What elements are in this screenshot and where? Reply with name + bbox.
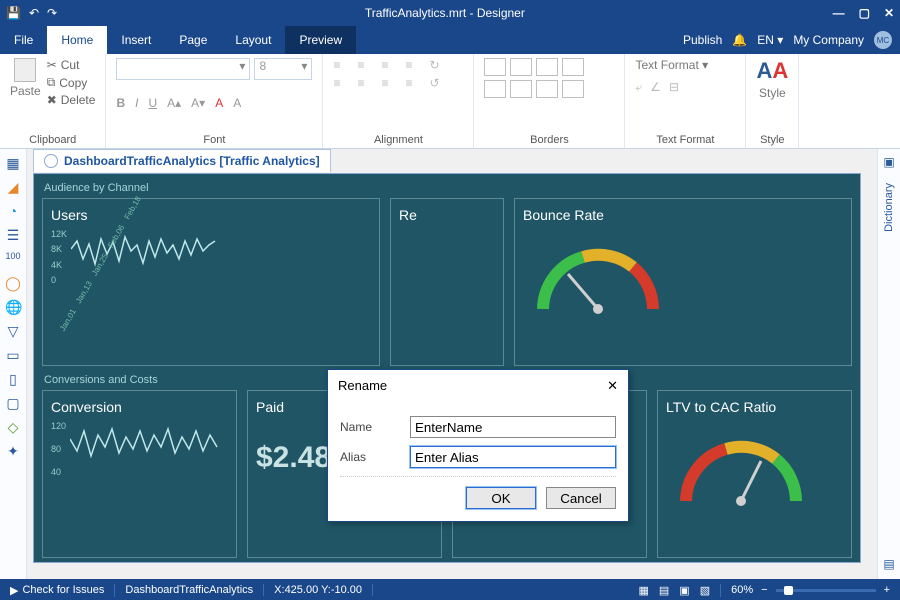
toolbox: ▦ ◢ ◔ ☰ 100 ◯ 🌐 ▽ ▭ ▯ ▢ ◇ ✦ xyxy=(0,149,27,579)
copy-button[interactable]: ⧉Copy xyxy=(47,75,96,90)
tool-filter-icon[interactable]: ▽ xyxy=(5,323,21,339)
tool-image-icon[interactable]: ▭ xyxy=(5,347,21,363)
delete-button[interactable]: ✖Delete xyxy=(47,93,96,107)
status-doc: DashboardTrafficAnalytics xyxy=(115,584,264,596)
trim-icon[interactable]: ⊟ xyxy=(669,80,679,95)
tab-file[interactable]: File xyxy=(0,26,47,54)
maximize-icon[interactable]: ▢ xyxy=(859,6,870,20)
zoom-value: 60% xyxy=(731,584,753,596)
tool-table-icon[interactable]: ▦ xyxy=(5,155,21,171)
bell-icon[interactable]: 🔔 xyxy=(732,33,747,47)
dictionary-tab[interactable]: Dictionary xyxy=(883,183,895,232)
menu-bar: File Home Insert Page Layout Preview Pub… xyxy=(0,26,900,54)
underline-button[interactable]: U xyxy=(148,96,157,110)
check-issues-button[interactable]: ▶ Check for Issues xyxy=(0,584,115,597)
alignment-grid[interactable]: ≡≡≡≡↻ ≡≡≡≡↺ xyxy=(333,58,449,90)
tool-page-icon[interactable]: ▯ xyxy=(5,371,21,387)
wordwrap-icon[interactable]: ⤶ xyxy=(635,80,642,95)
dialog-title: Rename xyxy=(338,378,387,394)
group-label-style: Style xyxy=(756,134,788,146)
status-coords: X:425.00 Y:-10.00 xyxy=(264,584,373,596)
name-input[interactable] xyxy=(410,416,616,438)
delete-icon: ✖ xyxy=(47,93,57,107)
ok-button[interactable]: OK xyxy=(466,487,536,509)
zoom-in-button[interactable]: + xyxy=(884,584,890,596)
cancel-button[interactable]: Cancel xyxy=(546,487,616,509)
language-selector[interactable]: EN ▾ xyxy=(757,33,783,47)
font-color-button[interactable]: A xyxy=(215,96,223,110)
tool-chart-icon[interactable]: ◢ xyxy=(5,179,21,195)
panel-toggle-icon[interactable]: ▤ xyxy=(883,557,894,571)
tab-preview[interactable]: Preview xyxy=(285,26,356,54)
dialog-close-icon[interactable]: ✕ xyxy=(607,378,618,394)
zoom-slider[interactable] xyxy=(776,589,876,592)
alias-label: Alias xyxy=(340,450,410,464)
group-label-alignment: Alignment xyxy=(333,134,463,146)
clear-format-button[interactable]: A xyxy=(233,96,241,110)
group-label-font: Font xyxy=(116,134,312,146)
italic-button[interactable]: I xyxy=(135,96,138,110)
status-bar: ▶ Check for Issues DashboardTrafficAnaly… xyxy=(0,579,900,600)
shrink-font-button[interactable]: A▾ xyxy=(191,96,205,110)
scissors-icon: ✂ xyxy=(47,58,57,72)
tool-shapes-icon[interactable]: ◇ xyxy=(5,419,21,435)
view-icon-1[interactable]: ▦ xyxy=(638,584,648,597)
redo-icon[interactable]: ↷ xyxy=(47,6,57,20)
view-icon-2[interactable]: ▤ xyxy=(659,584,669,597)
style-button[interactable]: AAStyle xyxy=(756,58,788,100)
close-icon[interactable]: ✕ xyxy=(884,6,894,20)
grow-font-button[interactable]: A▴ xyxy=(167,96,181,110)
group-label-textformat: Text Format xyxy=(635,134,735,146)
name-label: Name xyxy=(340,420,410,434)
copy-icon: ⧉ xyxy=(47,75,56,90)
window-title: TrafficAnalytics.mrt - Designer xyxy=(57,6,833,20)
rename-dialog: Rename ✕ Name Alias OK Cancel xyxy=(327,369,629,522)
tool-number-icon[interactable]: 100 xyxy=(5,251,21,267)
font-size-select[interactable]: 8 xyxy=(254,58,312,80)
view-icon-4[interactable]: ▧ xyxy=(700,584,710,597)
zoom-out-button[interactable]: − xyxy=(761,584,767,596)
canvas-area: DashboardTrafficAnalytics [Traffic Analy… xyxy=(27,149,877,579)
ribbon: Paste ✂Cut ⧉Copy ✖Delete Clipboard 8 B I… xyxy=(0,54,900,149)
tool-text-icon[interactable]: ▢ xyxy=(5,395,21,411)
undo-icon[interactable]: ↶ xyxy=(29,6,39,20)
paste-button[interactable]: Paste xyxy=(10,58,41,98)
minimize-icon[interactable]: — xyxy=(833,6,845,20)
company-selector[interactable]: My Company xyxy=(793,33,864,47)
borders-grid[interactable] xyxy=(484,58,584,98)
font-family-select[interactable] xyxy=(116,58,250,80)
cut-button[interactable]: ✂Cut xyxy=(47,58,96,72)
publish-button[interactable]: Publish xyxy=(683,33,722,47)
tab-insert[interactable]: Insert xyxy=(107,26,165,54)
tool-star-icon[interactable]: ✦ xyxy=(5,443,21,459)
tab-layout[interactable]: Layout xyxy=(221,26,285,54)
tool-gauge-icon[interactable]: ◔ xyxy=(5,203,21,219)
tool-form-icon[interactable]: ☰ xyxy=(5,227,21,243)
title-bar: 💾 ↶ ↷ TrafficAnalytics.mrt - Designer — … xyxy=(0,0,900,26)
tool-globe-icon[interactable]: 🌐 xyxy=(5,299,21,315)
group-label-clipboard: Clipboard xyxy=(10,134,95,146)
tool-ring-icon[interactable]: ◯ xyxy=(5,275,21,291)
angle-icon[interactable]: ∠ xyxy=(650,80,661,95)
tab-page[interactable]: Page xyxy=(165,26,221,54)
view-icon-3[interactable]: ▣ xyxy=(679,584,689,597)
side-panel: ▣ Dictionary ▤ xyxy=(877,149,900,579)
text-format-button[interactable]: Text Format ▾ xyxy=(635,58,708,72)
dialog-overlay: Rename ✕ Name Alias OK Cancel xyxy=(27,149,877,579)
alias-input[interactable] xyxy=(410,446,616,468)
tab-home[interactable]: Home xyxy=(47,26,107,54)
group-label-borders: Borders xyxy=(484,134,614,146)
avatar[interactable]: MC xyxy=(874,31,892,49)
properties-icon[interactable]: ▣ xyxy=(883,155,894,169)
save-icon[interactable]: 💾 xyxy=(6,6,21,20)
bold-button[interactable]: B xyxy=(116,96,125,110)
